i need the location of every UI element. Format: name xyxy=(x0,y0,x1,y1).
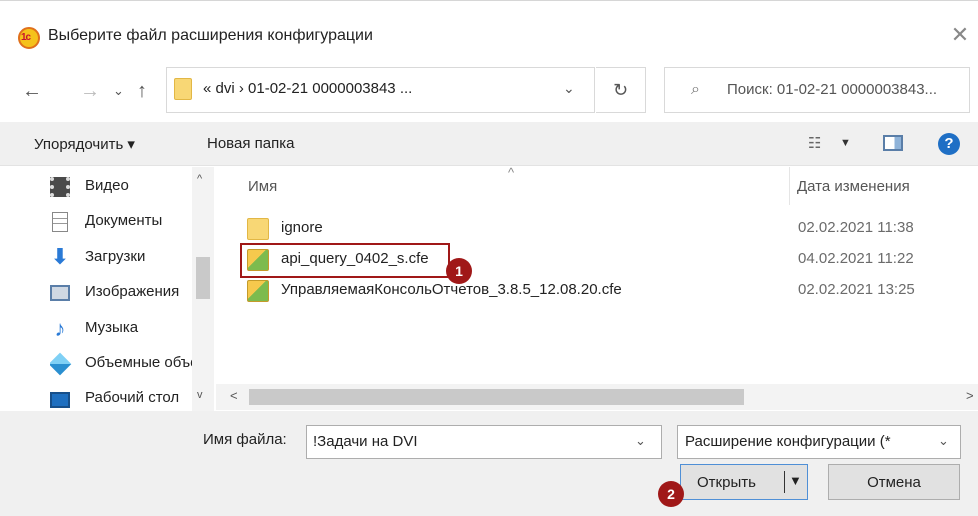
file-open-dialog: 1c Выберите файл расширения конфигурации… xyxy=(0,0,978,516)
chevron-down-icon[interactable]: ⌄ xyxy=(938,433,949,449)
view-options-icon[interactable]: ☷ xyxy=(808,134,821,152)
open-dropdown-arrow-icon[interactable]: ▼ xyxy=(789,473,802,488)
back-arrow-icon[interactable]: ← xyxy=(22,79,42,103)
annotation-badge: 2 xyxy=(658,481,684,507)
refresh-icon[interactable]: ↻ xyxy=(596,67,646,113)
file-name: ignore xyxy=(281,219,323,236)
file-row[interactable]: УправляемаяКонсольОтчетов_3.8.5_12.08.20… xyxy=(247,276,967,306)
title-bar: 1c Выберите файл расширения конфигурации… xyxy=(0,9,978,49)
column-divider[interactable] xyxy=(789,167,790,205)
address-bar[interactable]: « dvi › 01-02-21 0000003843 ... ⌄ xyxy=(166,67,595,113)
filename-label: Имя файла: xyxy=(203,431,287,448)
documents-icon xyxy=(52,212,68,232)
downloads-icon: ⬇ xyxy=(50,244,70,269)
scroll-up-icon[interactable]: ^ xyxy=(197,173,202,185)
desktop-icon xyxy=(50,392,70,408)
up-arrow-icon[interactable]: ↑ xyxy=(137,79,147,103)
file-date: 02.02.2021 11:38 xyxy=(798,219,914,236)
sidebar-item-label: Документы xyxy=(85,212,163,229)
sidebar-item-downloads[interactable]: ⬇ Загрузки xyxy=(50,242,200,272)
sidebar-item-documents[interactable]: Документы xyxy=(50,206,200,236)
music-icon: ♪ xyxy=(54,316,66,341)
sidebar-item-label: Видео xyxy=(85,177,129,194)
file-name: УправляемаяКонсольОтчетов_3.8.5_12.08.20… xyxy=(281,281,622,298)
file-date: 04.02.2021 11:22 xyxy=(798,250,914,267)
close-icon[interactable]: ✕ xyxy=(948,23,972,47)
search-input[interactable]: ⌕ Поиск: 01-02-21 0000003843... xyxy=(664,67,970,113)
file-list-horizontal-scrollbar[interactable]: < > xyxy=(216,384,978,410)
cancel-button[interactable]: Отмена xyxy=(828,464,960,500)
forward-arrow-icon[interactable]: → xyxy=(80,79,100,103)
chevron-down-icon[interactable]: ⌄ xyxy=(635,433,646,449)
filename-value[interactable]: !Задачи на DVI xyxy=(313,433,418,450)
help-icon[interactable]: ? xyxy=(938,133,960,155)
sidebar-item-label: Изображения xyxy=(85,283,180,300)
annotation-badge: 1 xyxy=(446,258,472,284)
scroll-left-icon[interactable]: < xyxy=(230,388,238,403)
sidebar-item-3d-objects[interactable]: Объемные объекты xyxy=(50,348,200,378)
scrollbar-thumb[interactable] xyxy=(196,257,210,299)
sidebar-item-desktop[interactable]: Рабочий стол xyxy=(50,383,200,413)
view-options-caret-icon[interactable]: ▼ xyxy=(840,137,851,149)
3d-objects-icon xyxy=(50,352,72,376)
column-header-date-modified[interactable]: Дата изменения xyxy=(797,178,910,195)
sidebar-item-label: Музыка xyxy=(85,319,139,336)
chevron-down-icon[interactable]: ⌄ xyxy=(563,80,575,97)
column-header-name[interactable]: Имя xyxy=(248,178,277,195)
search-placeholder: Поиск: 01-02-21 0000003843... xyxy=(727,81,938,98)
cfe-file-icon xyxy=(247,280,269,302)
sidebar-item-video[interactable]: Видео xyxy=(50,171,200,201)
cancel-button-label: Отмена xyxy=(867,474,921,491)
annotation-highlight-box xyxy=(240,243,450,278)
sort-ascending-icon: ^ xyxy=(508,165,515,180)
preview-pane-icon[interactable] xyxy=(883,135,903,151)
file-row[interactable]: ignore 02.02.2021 11:38 xyxy=(247,214,967,244)
navigation-pane-scrollbar[interactable]: ^ v xyxy=(192,167,214,411)
navigation-pane: Видео Документы ⬇ Загрузки Изображения ♪… xyxy=(0,167,216,411)
folder-icon xyxy=(247,218,269,240)
file-date: 02.02.2021 13:25 xyxy=(798,281,915,298)
dialog-footer: Имя файла: !Задачи на DVI ⌄ Расширение к… xyxy=(0,411,978,516)
scroll-down-icon[interactable]: v xyxy=(197,389,203,401)
sidebar-item-music[interactable]: ♪ Музыка xyxy=(50,313,200,343)
recent-locations-chevron-icon[interactable]: ⌄ xyxy=(113,79,124,103)
file-type-value: Расширение конфигурации (* xyxy=(685,433,891,450)
filename-field[interactable]: !Задачи на DVI ⌄ xyxy=(306,425,662,459)
organize-button[interactable]: Упорядочить ▾ xyxy=(34,135,135,153)
window-title: Выберите файл расширения конфигурации xyxy=(48,27,373,44)
app-1c-icon: 1c xyxy=(18,27,40,49)
split-divider xyxy=(784,471,785,493)
sidebar-item-label: Объемные объекты xyxy=(85,354,200,371)
new-folder-button[interactable]: Новая папка xyxy=(207,135,294,152)
file-type-select[interactable]: Расширение конфигурации (* ⌄ xyxy=(677,425,961,459)
breadcrumb[interactable]: « dvi › 01-02-21 0000003843 ... xyxy=(203,80,412,97)
open-button[interactable]: Открыть ▼ xyxy=(680,464,808,500)
folder-icon xyxy=(174,78,192,100)
sidebar-item-label: Загрузки xyxy=(85,248,146,265)
search-icon: ⌕ xyxy=(691,81,700,98)
sidebar-item-pictures[interactable]: Изображения xyxy=(50,277,200,307)
scroll-right-icon[interactable]: > xyxy=(966,388,974,403)
scrollbar-thumb[interactable] xyxy=(249,389,744,405)
sidebar-item-label: Рабочий стол xyxy=(85,389,180,406)
open-button-label: Открыть xyxy=(697,474,756,491)
pictures-icon xyxy=(50,285,70,301)
command-toolbar: Упорядочить ▾ Новая папка ☷ ▼ ? xyxy=(0,122,978,166)
video-icon xyxy=(50,177,70,197)
